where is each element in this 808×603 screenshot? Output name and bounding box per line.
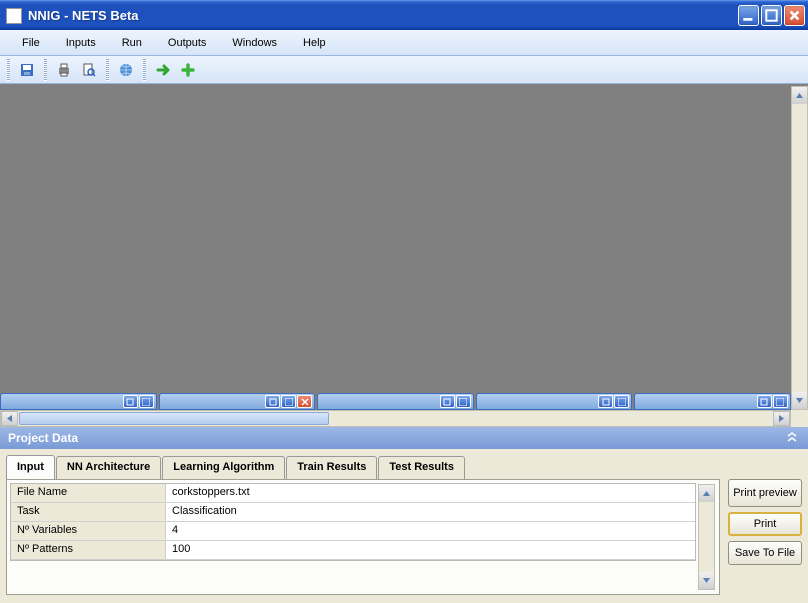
add-icon[interactable] — [177, 59, 199, 81]
property-value: 100 — [166, 541, 695, 559]
property-label: Nº Variables — [11, 522, 166, 540]
tab-row: Input NN Architecture Learning Algorithm… — [6, 455, 720, 479]
restore-icon[interactable] — [440, 395, 455, 408]
print-icon[interactable] — [53, 59, 75, 81]
tab-nn-architecture[interactable]: NN Architecture — [56, 456, 161, 480]
property-label: Nº Patterns — [11, 541, 166, 559]
maximize-icon[interactable] — [456, 395, 471, 408]
maximize-button[interactable] — [761, 5, 782, 26]
toolbar-separator — [7, 59, 10, 81]
minimize-button[interactable] — [738, 5, 759, 26]
restore-icon[interactable] — [757, 395, 772, 408]
close-icon[interactable] — [297, 395, 312, 408]
minimized-window[interactable] — [634, 393, 791, 410]
property-row: File Name corkstoppers.txt — [11, 484, 695, 503]
maximize-icon[interactable] — [139, 395, 154, 408]
save-icon[interactable] — [16, 59, 38, 81]
scroll-corner — [791, 410, 808, 427]
globe-icon[interactable] — [115, 59, 137, 81]
panel-header: Project Data — [0, 427, 808, 449]
menu-inputs[interactable]: Inputs — [54, 34, 108, 52]
panel-body: Input NN Architecture Learning Algorithm… — [0, 449, 808, 601]
go-icon[interactable] — [152, 59, 174, 81]
toolbar-separator — [44, 59, 47, 81]
tab-learning-algorithm[interactable]: Learning Algorithm — [162, 456, 285, 480]
panel-title: Project Data — [8, 431, 78, 445]
tab-content: File Name corkstoppers.txt Task Classifi… — [6, 479, 720, 595]
scroll-right-icon[interactable] — [773, 411, 790, 426]
property-row: Task Classification — [11, 503, 695, 522]
save-to-file-button[interactable]: Save To File — [728, 541, 802, 565]
tab-train-results[interactable]: Train Results — [286, 456, 377, 480]
property-label: Task — [11, 503, 166, 521]
menu-outputs[interactable]: Outputs — [156, 34, 219, 52]
property-label: File Name — [11, 484, 166, 502]
minimized-window[interactable] — [0, 393, 157, 410]
property-row: Nº Variables 4 — [11, 522, 695, 541]
scroll-up-icon[interactable] — [792, 87, 807, 104]
scroll-up-icon[interactable] — [699, 485, 714, 502]
minimized-window[interactable] — [476, 393, 633, 410]
property-row: Nº Patterns 100 — [11, 541, 695, 560]
close-button[interactable] — [784, 5, 805, 26]
print-preview-icon[interactable] — [78, 59, 100, 81]
toolbar-separator — [143, 59, 146, 81]
print-preview-button[interactable]: Print preview — [728, 479, 802, 507]
mdi-area — [0, 84, 808, 427]
restore-icon[interactable] — [123, 395, 138, 408]
window-title: NNIG - NETS Beta — [28, 8, 738, 23]
minimized-window[interactable] — [317, 393, 474, 410]
vertical-scrollbar[interactable] — [791, 86, 808, 410]
menu-windows[interactable]: Windows — [220, 34, 289, 52]
minimized-window[interactable] — [159, 393, 316, 410]
toolbar-separator — [106, 59, 109, 81]
scroll-down-icon[interactable] — [792, 392, 807, 409]
menubar: File Inputs Run Outputs Windows Help — [0, 30, 808, 56]
maximize-icon[interactable] — [773, 395, 788, 408]
app-icon — [6, 8, 22, 24]
property-scrollbar[interactable] — [698, 484, 715, 590]
scroll-down-icon[interactable] — [699, 572, 714, 589]
print-button[interactable]: Print — [728, 512, 802, 536]
scrollbar-thumb[interactable] — [19, 412, 329, 425]
window-buttons — [738, 5, 805, 26]
toolbar — [0, 56, 808, 84]
menu-help[interactable]: Help — [291, 34, 338, 52]
project-data-panel: Project Data Input NN Architecture Learn… — [0, 427, 808, 601]
property-value: Classification — [166, 503, 695, 521]
horizontal-scrollbar[interactable] — [0, 410, 791, 427]
maximize-icon[interactable] — [614, 395, 629, 408]
restore-icon[interactable] — [598, 395, 613, 408]
collapse-icon[interactable] — [784, 431, 800, 445]
tab-test-results[interactable]: Test Results — [378, 456, 465, 480]
scroll-left-icon[interactable] — [1, 411, 18, 426]
menu-file[interactable]: File — [10, 34, 52, 52]
menu-run[interactable]: Run — [110, 34, 154, 52]
property-grid: File Name corkstoppers.txt Task Classifi… — [10, 483, 696, 561]
property-value: 4 — [166, 522, 695, 540]
property-value: corkstoppers.txt — [166, 484, 695, 502]
tab-input[interactable]: Input — [6, 455, 55, 479]
tabs-area: Input NN Architecture Learning Algorithm… — [6, 455, 720, 595]
side-buttons: Print preview Print Save To File — [728, 455, 802, 595]
restore-icon[interactable] — [265, 395, 280, 408]
maximize-icon[interactable] — [281, 395, 296, 408]
titlebar: NNIG - NETS Beta — [0, 0, 808, 30]
minimized-windows — [0, 393, 791, 410]
